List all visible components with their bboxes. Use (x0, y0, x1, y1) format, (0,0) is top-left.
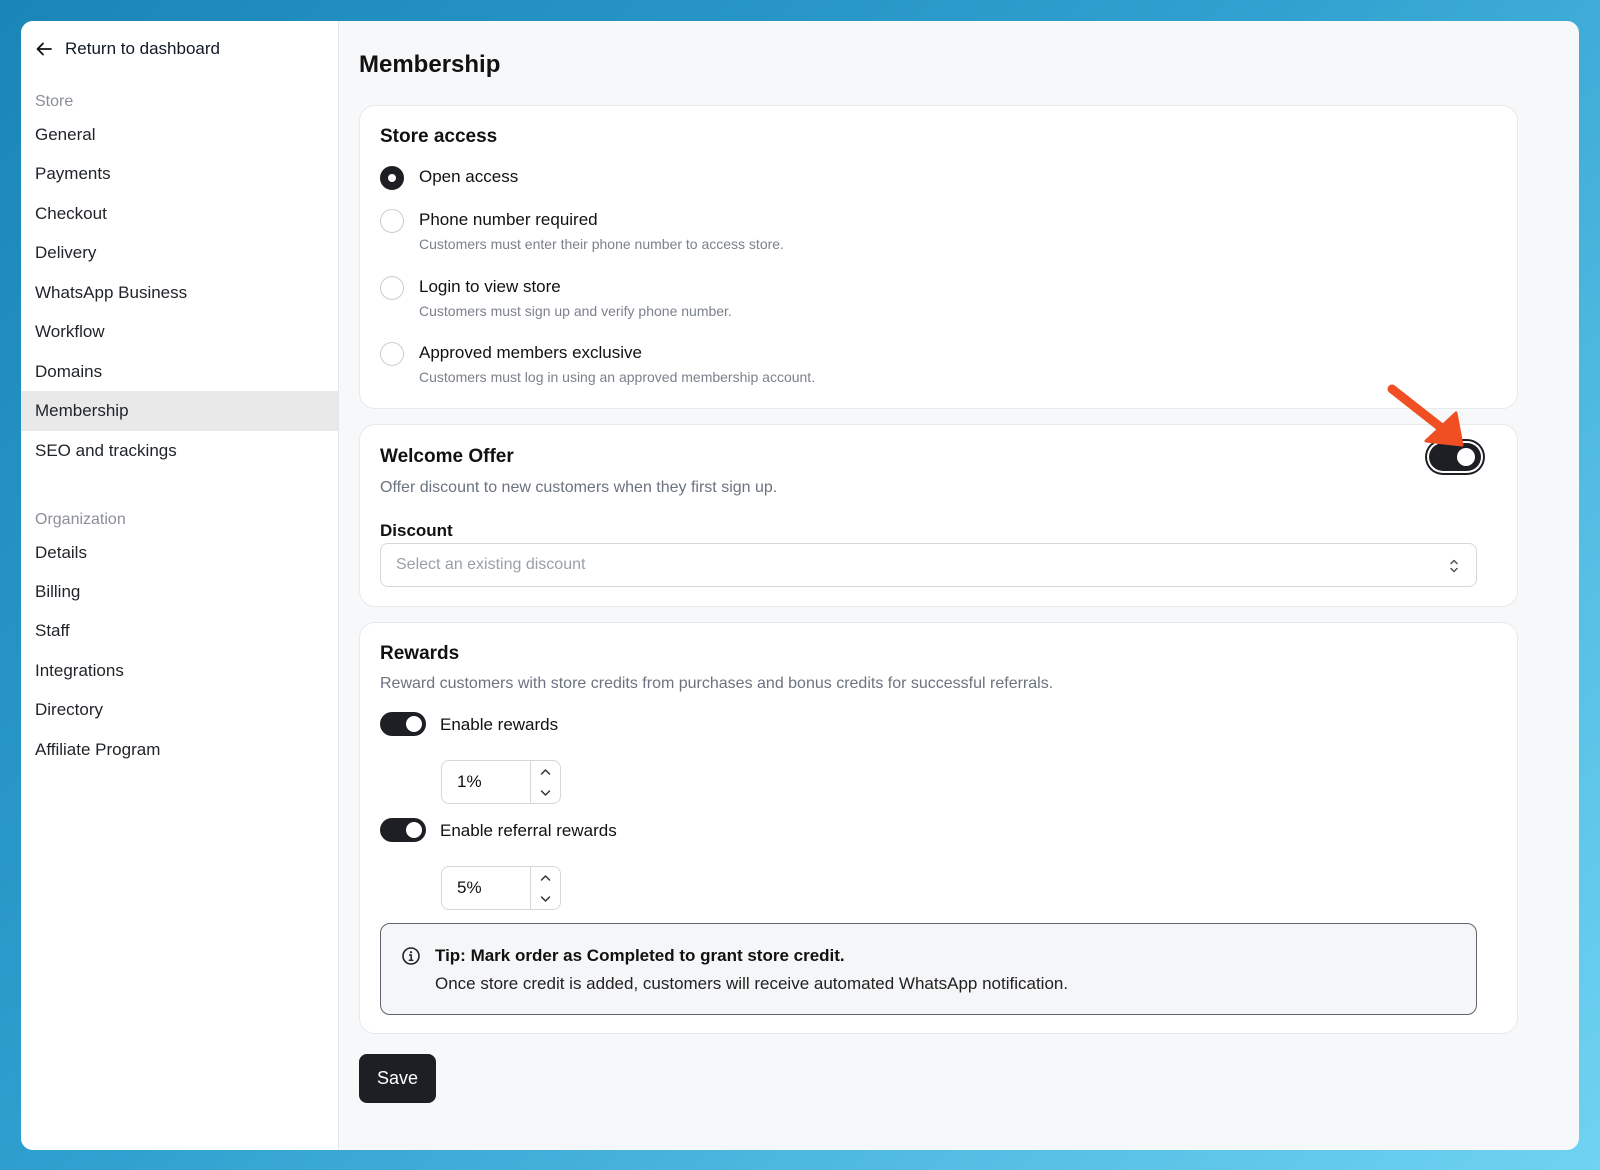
sidebar-item-general[interactable]: General (21, 115, 338, 155)
store-section-label: Store (35, 93, 74, 110)
discount-select[interactable]: Select an existing discount (380, 543, 1477, 587)
settings-sidebar: Return to dashboard Store General Paymen… (21, 21, 339, 1150)
enable-rewards-toggle[interactable] (380, 712, 426, 736)
discount-label: Discount (380, 521, 453, 540)
chevron-up-icon (540, 768, 551, 775)
chevron-up-down-icon (1450, 559, 1458, 573)
enable-referral-rewards-toggle[interactable] (380, 818, 426, 842)
sidebar-item-details[interactable]: Details (21, 533, 338, 573)
store-access-card: Store access Open access Phone number re… (359, 105, 1518, 409)
referral-percent-stepper[interactable]: 5% (441, 866, 561, 910)
arrow-left-icon (36, 42, 52, 56)
settings-main: Membership Store access Open access Phon… (339, 21, 1579, 1150)
chevron-down-icon (540, 789, 551, 796)
organization-section-label: Organization (35, 511, 126, 528)
radio-help-text: Customers must log in using an approved … (419, 369, 816, 385)
rewards-percent-value[interactable]: 1% (442, 761, 532, 803)
return-to-dashboard-link[interactable]: Return to dashboard (35, 39, 220, 59)
rewards-card: Rewards Reward customers with store cred… (359, 622, 1518, 1034)
decrement-button[interactable] (531, 782, 560, 803)
sidebar-item-directory[interactable]: Directory (21, 690, 338, 730)
sidebar-item-payments[interactable]: Payments (21, 154, 338, 194)
radio-help-text: Customers must enter their phone number … (419, 236, 784, 252)
rewards-description: Reward customers with store credits from… (380, 675, 1054, 692)
sidebar-item-whatsapp-business[interactable]: WhatsApp Business (21, 273, 338, 313)
rewards-title: Rewards (380, 643, 460, 664)
welcome-offer-description: Offer discount to new customers when the… (380, 479, 778, 496)
sidebar-item-integrations[interactable]: Integrations (21, 651, 338, 691)
radio-option-approved-members[interactable]: Approved members exclusive Customers mus… (380, 342, 815, 385)
sidebar-item-workflow[interactable]: Workflow (21, 312, 338, 352)
radio-open-access[interactable] (380, 166, 404, 190)
radio-option-open-access[interactable]: Open access (380, 166, 518, 190)
info-icon (402, 947, 420, 965)
radio-option-phone-required[interactable]: Phone number required Customers must ent… (380, 209, 784, 252)
tip-title: Tip: Mark order as Completed to grant st… (435, 946, 845, 965)
welcome-offer-title: Welcome Offer (380, 446, 514, 467)
enable-referral-rewards-label: Enable referral rewards (440, 821, 617, 840)
radio-label: Login to view store (419, 277, 561, 296)
store-access-title: Store access (380, 126, 498, 147)
decrement-button[interactable] (531, 888, 560, 909)
sidebar-item-checkout[interactable]: Checkout (21, 194, 338, 234)
sidebar-item-seo-and-trackings[interactable]: SEO and trackings (21, 431, 338, 471)
page-title: Membership (359, 51, 501, 78)
radio-phone-required[interactable] (380, 209, 404, 233)
sidebar-item-domains[interactable]: Domains (21, 352, 338, 392)
tip-callout: Tip: Mark order as Completed to grant st… (380, 923, 1477, 1015)
sidebar-item-billing[interactable]: Billing (21, 572, 338, 612)
sidebar-item-affiliate-program[interactable]: Affiliate Program (21, 730, 338, 770)
radio-help-text: Customers must sign up and verify phone … (419, 303, 732, 319)
save-button[interactable]: Save (359, 1054, 436, 1103)
tip-body: Once store credit is added, customers wi… (435, 974, 1069, 993)
radio-option-login-to-view[interactable]: Login to view store Customers must sign … (380, 276, 732, 319)
welcome-offer-card: Welcome Offer Offer discount to new cust… (359, 424, 1518, 607)
enable-rewards-label: Enable rewards (440, 715, 559, 734)
increment-button[interactable] (531, 761, 560, 782)
radio-label: Approved members exclusive (419, 343, 642, 362)
chevron-down-icon (540, 895, 551, 902)
radio-login-to-view[interactable] (380, 276, 404, 300)
rewards-percent-stepper[interactable]: 1% (441, 760, 561, 804)
sidebar-item-membership[interactable]: Membership (21, 391, 338, 431)
annotation-arrow-icon (1387, 384, 1464, 447)
radio-label: Phone number required (419, 210, 598, 229)
increment-button[interactable] (531, 867, 560, 888)
referral-percent-value[interactable]: 5% (442, 867, 532, 909)
radio-label: Open access (419, 167, 519, 186)
chevron-up-icon (540, 874, 551, 881)
return-to-dashboard-label: Return to dashboard (65, 39, 220, 58)
radio-approved-members[interactable] (380, 342, 404, 366)
app-window: Return to dashboard Store General Paymen… (21, 21, 1579, 1150)
sidebar-item-staff[interactable]: Staff (21, 611, 338, 651)
discount-select-placeholder: Select an existing discount (396, 556, 586, 573)
sidebar-item-delivery[interactable]: Delivery (21, 233, 338, 273)
